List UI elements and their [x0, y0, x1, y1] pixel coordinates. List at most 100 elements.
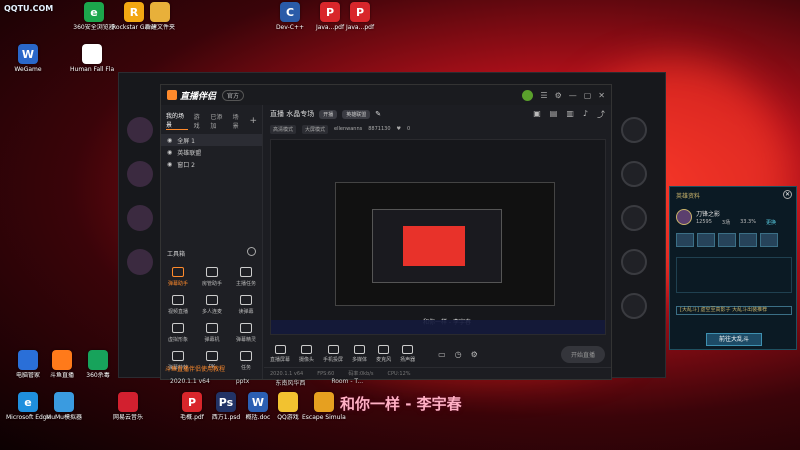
- toolbox-item[interactable]: 房管助手: [195, 267, 229, 287]
- toolbox-item[interactable]: 弹幕精灵: [229, 323, 263, 343]
- timer-icon[interactable]: ◷: [455, 350, 462, 359]
- hero-stat: 12595: [696, 219, 712, 225]
- edit-icon[interactable]: ✎: [375, 110, 381, 118]
- toolbox-item[interactable]: 主播任务: [229, 267, 263, 287]
- control-label: 多媒体: [352, 357, 368, 363]
- desktop-icon[interactable]: P Java...pdf: [340, 2, 380, 42]
- screen-capture-button[interactable]: 直播屏幕: [270, 345, 290, 363]
- go-aram-button[interactable]: 前往大乱斗: [706, 333, 762, 346]
- toolbox-settings-icon[interactable]: [247, 247, 256, 256]
- tutorial-link[interactable]: 斗鱼直播伴侣使用教程: [165, 364, 225, 373]
- strip-item[interactable]: 2020.1.1 v64: [170, 378, 210, 388]
- control-bar: 直播屏幕 摄像头 手机投屏 多媒体 麦克风 扬声器 ▭ ◷ ⚙ 开始直播: [264, 341, 611, 367]
- tool-icon: [240, 323, 252, 333]
- desktop-icon[interactable]: 斗鱼直播: [42, 350, 82, 390]
- control-label: 手机投屏: [323, 357, 344, 363]
- desktop-icon[interactable]: 新建文件夹: [140, 2, 180, 42]
- record-icon[interactable]: ▭: [438, 350, 446, 359]
- strip-item[interactable]: pptx: [236, 378, 250, 388]
- desktop-icon[interactable]: QQ游戏: [268, 392, 308, 432]
- change-hero-link[interactable]: 更换: [766, 219, 776, 226]
- tab-added[interactable]: 已添加: [210, 112, 226, 130]
- toolbox-item[interactable]: 弹幕机: [195, 323, 229, 343]
- tab-game[interactable]: 游戏: [194, 112, 205, 130]
- desktop-icon[interactable]: Human Fall Flat: [70, 44, 114, 84]
- speaker-button[interactable]: 扬声器: [400, 345, 415, 363]
- tool-icon: [172, 267, 184, 277]
- minimize-icon[interactable]: —: [569, 91, 577, 100]
- build-recommendation[interactable]: [大乱斗] 虚空至高影子 大乱斗出装推荐: [676, 306, 792, 315]
- app-icon: [18, 350, 38, 370]
- category-badge[interactable]: 英雄联盟: [342, 109, 371, 119]
- strip-item[interactable]: Room - T...: [331, 378, 363, 388]
- desktop-icon[interactable]: MuMu模拟器: [44, 392, 84, 432]
- bell-icon[interactable]: ♪: [583, 109, 588, 120]
- media-button[interactable]: 多媒体: [352, 345, 367, 363]
- ring-indicator: [621, 205, 647, 231]
- stream-preview[interactable]: 和你一样 - 李宇春: [270, 139, 606, 335]
- version-badge[interactable]: 官方: [222, 89, 245, 101]
- share-icon[interactable]: ⤴: [597, 109, 605, 120]
- toolbox-item[interactable]: 虚拟形象: [161, 323, 195, 343]
- close-icon[interactable]: ✕: [598, 91, 605, 100]
- desktop-icon[interactable]: Escape Simulator: [302, 392, 346, 432]
- toolbox-item[interactable]: 任务: [229, 351, 263, 371]
- desktop-icon[interactable]: e 360安全浏览器: [73, 2, 115, 42]
- hd-mode-button[interactable]: 高清模式: [270, 124, 297, 134]
- preview-nested-window: [372, 209, 502, 283]
- toolbox-item-label: 视频直播: [167, 309, 188, 315]
- eye-icon[interactable]: ◉: [167, 149, 172, 156]
- scene-item[interactable]: ◉ 英雄联盟: [161, 146, 262, 158]
- close-icon[interactable]: ✕: [783, 190, 792, 199]
- desktop-icon[interactable]: W WeGame: [8, 44, 48, 84]
- streaming-app-window[interactable]: 直播伴侣 官方 ☰ ⚙ — ▢ ✕ 我的场景 游戏 已添加 场景 + ◉ 全屏 …: [160, 84, 612, 380]
- app-icon: [88, 350, 108, 370]
- eye-icon[interactable]: ◉: [167, 161, 172, 168]
- desktop-icon-label: MuMu模拟器: [46, 414, 82, 421]
- phone-cast-button[interactable]: 手机投屏: [323, 345, 343, 363]
- tool-icon: [240, 267, 252, 277]
- menu-icon[interactable]: ☰: [540, 91, 547, 100]
- scene-item[interactable]: ◉ 窗口 2: [161, 158, 262, 170]
- app-icon: [278, 392, 298, 412]
- scene-item[interactable]: ◉ 全屏 1: [161, 134, 262, 146]
- hero-stats: 12595 3场 33.3% 更换: [696, 219, 776, 226]
- room-id: 8871130: [368, 126, 391, 132]
- eye-icon[interactable]: ◉: [167, 137, 172, 144]
- control-label: 麦克风: [376, 357, 392, 363]
- toolbox-item[interactable]: 弹幕助手: [161, 267, 195, 287]
- tab-scene[interactable]: 场景: [233, 112, 244, 130]
- preview-nested-window: [403, 226, 465, 266]
- desktop-icon[interactable]: 网易云音乐: [108, 392, 148, 432]
- maximize-icon[interactable]: ▢: [584, 91, 592, 100]
- strip-item[interactable]: 东南风华西: [275, 378, 305, 388]
- user-avatar[interactable]: [522, 89, 534, 101]
- microphone-button[interactable]: 麦克风: [376, 345, 391, 363]
- ring-indicator: [621, 117, 647, 143]
- settings-icon[interactable]: ⚙: [471, 350, 478, 359]
- tab-my-scenes[interactable]: 我的场景: [166, 111, 188, 130]
- hero-info-panel[interactable]: 英雄资料 ✕ 刀锋之影 12595 3场 33.3% 更换 [大乱斗] 虚空至高…: [669, 186, 797, 350]
- desktop-icon[interactable]: C Dev-C++: [270, 2, 310, 42]
- desktop-icon[interactable]: 360杀毒: [78, 350, 118, 390]
- toolbox-item[interactable]: 多人连麦: [195, 295, 229, 315]
- live-badge[interactable]: 开播: [319, 109, 338, 119]
- desktop-icon[interactable]: e Microsoft Edge: [6, 392, 50, 432]
- avatar: [127, 117, 153, 143]
- toolbox-item[interactable]: 视频直播: [161, 295, 195, 315]
- chart-icon[interactable]: ▤: [550, 109, 558, 120]
- app-logo-icon: [167, 90, 177, 100]
- window-strip: 2020.1.1 v64 pptx 东南风华西 Room - T...: [160, 378, 620, 388]
- gift-icon[interactable]: ▣: [533, 109, 541, 120]
- camera-button[interactable]: 摄像头: [299, 345, 314, 363]
- start-live-button[interactable]: 开始直播: [560, 345, 605, 363]
- chat-icon[interactable]: ▥: [566, 109, 574, 120]
- settings-icon[interactable]: ⚙: [555, 91, 562, 100]
- item-slot: [739, 233, 757, 247]
- big-screen-button[interactable]: 大屏模式: [302, 124, 329, 134]
- add-scene-icon[interactable]: +: [249, 116, 257, 126]
- streamer-name: ellenwanns: [334, 126, 363, 132]
- toolbox-item[interactable]: 读弹幕: [229, 295, 263, 315]
- app-icon: Ps: [216, 392, 236, 412]
- tool-icon: [240, 295, 252, 305]
